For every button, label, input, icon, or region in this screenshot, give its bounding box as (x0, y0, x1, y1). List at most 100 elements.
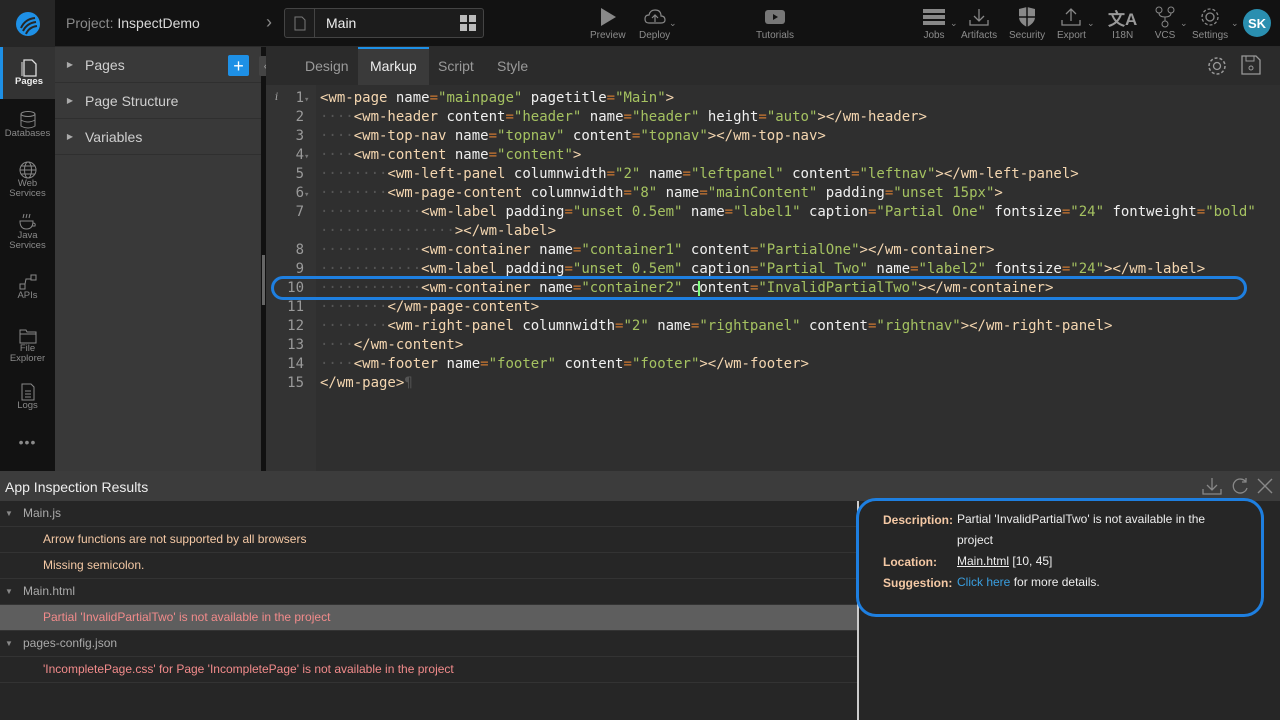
user-avatar[interactable]: SK (1243, 9, 1271, 37)
inspection-list: ▼ Main.js Arrow functions are not support… (0, 501, 857, 720)
file-name: Main.js (23, 506, 62, 520)
project-value: InspectDemo (117, 15, 200, 31)
add-page-button[interactable]: + (228, 55, 249, 76)
click-here-link[interactable]: Click here (957, 575, 1010, 589)
nav-item-logs[interactable]: Logs (0, 383, 55, 411)
chevron-right-icon: › (266, 12, 272, 32)
nav-label: Web Services (9, 178, 46, 199)
section-page-structure[interactable]: ▶ Page Structure (55, 83, 261, 119)
description-label: Description: (883, 513, 954, 527)
line-number: 8 (295, 242, 304, 258)
artifacts-button[interactable]: Artifacts (961, 4, 997, 41)
file-group-pages-config[interactable]: ▼ pages-config.json (0, 631, 857, 657)
suggestion-value: Click here for more details. (957, 572, 1217, 593)
issue-item[interactable]: Missing semicolon. (0, 553, 857, 579)
settings-label: Settings (1192, 30, 1229, 41)
explorer-panel: ▶ Pages + ▶ Page Structure ▶ Variables (55, 47, 261, 471)
grid-icon[interactable] (453, 9, 483, 37)
vcs-label: VCS (1154, 30, 1176, 41)
left-nav: Pages Databases Web Services Java Servic… (0, 47, 55, 471)
preview-label: Preview (590, 30, 626, 41)
caret-down-icon: ▼ (5, 587, 13, 596)
download-icon (969, 4, 989, 30)
nav-label: Java Services (9, 230, 46, 251)
code-line-active: 10 ············<wm-container name="contai… (266, 279, 1256, 298)
play-icon (599, 4, 617, 30)
nav-item-pages[interactable]: Pages (0, 47, 55, 99)
preview-button[interactable]: Preview (590, 4, 626, 41)
nav-label: APIs (17, 290, 38, 301)
issue-item[interactable]: Arrow functions are not supported by all… (0, 527, 857, 553)
upload-icon (1061, 4, 1082, 30)
suggestion-text: for more details. (1013, 575, 1100, 589)
code-editor[interactable]: i 1▾ <wm-page name="mainpage" pagetitle="… (266, 85, 1280, 471)
export-button[interactable]: Export (1057, 4, 1086, 41)
nav-item-web-services[interactable]: Web Services (0, 161, 55, 199)
tutorials-button[interactable]: Tutorials (756, 4, 794, 41)
line-number: 5 (295, 166, 304, 182)
artifacts-label: Artifacts (961, 30, 998, 41)
file-group-main-html[interactable]: ▼ Main.html (0, 579, 857, 605)
chevron-down-icon[interactable]: ⌄ (669, 18, 677, 29)
nav-item-file-explorer[interactable]: File Explorer (0, 328, 55, 364)
tab-markup[interactable]: Markup (358, 47, 429, 85)
section-pages[interactable]: ▶ Pages + (55, 47, 261, 83)
api-icon (19, 274, 36, 290)
nav-item-java-services[interactable]: Java Services (0, 213, 55, 251)
deploy-button[interactable]: Deploy (639, 4, 670, 41)
section-label: Page Structure (85, 92, 179, 109)
file-name: pages-config.json (23, 636, 118, 650)
location-label: Location: (883, 555, 937, 569)
chevron-down-icon[interactable]: ⌄ (1180, 18, 1188, 29)
line-number: 1 (295, 90, 304, 106)
issue-item[interactable]: 'IncompletePage.css' for Page 'Incomplet… (0, 657, 857, 683)
tab-design[interactable]: Design (293, 47, 361, 85)
code-line-wrap: ················></wm-label> (320, 223, 557, 239)
location-file-link[interactable]: Main.html (957, 554, 1009, 568)
section-variables[interactable]: ▶ Variables (55, 119, 261, 155)
globe-icon (19, 161, 36, 179)
tab-style[interactable]: Style (485, 47, 540, 85)
chevron-down-icon[interactable]: ⌄ (950, 18, 958, 29)
caret-right-icon: ▶ (66, 60, 74, 69)
nav-item-apis[interactable]: APIs (0, 273, 55, 301)
vcs-button[interactable]: VCS (1154, 4, 1176, 41)
chevron-down-icon[interactable]: ⌄ (1231, 18, 1239, 29)
code-line: 6▾ ········<wm-page-content columnwidth="… (266, 184, 1256, 203)
page-selector[interactable]: Main (284, 8, 484, 38)
more-icon[interactable]: ••• (0, 435, 55, 449)
nav-label: File Explorer (9, 343, 46, 364)
security-button[interactable]: Security (1009, 4, 1045, 41)
code-line: 2 ····<wm-header content="header" name="h… (266, 108, 1256, 127)
nav-item-databases[interactable]: Databases (0, 111, 55, 139)
line-number: 14 (287, 356, 304, 372)
line-number: 2 (295, 109, 304, 125)
settings-button[interactable]: Settings (1192, 4, 1228, 41)
save-icon[interactable] (1241, 55, 1261, 80)
code-line: 14 ····<wm-footer name="footer" content="… (266, 355, 1256, 374)
branch-icon (1154, 4, 1176, 30)
i18n-label: I18N (1112, 30, 1134, 41)
code-line: 12 ········<wm-right-panel columnwidth="2… (266, 317, 1256, 336)
jobs-button[interactable]: Jobs (923, 4, 945, 41)
close-icon[interactable] (1256, 477, 1274, 500)
document-icon (285, 9, 315, 37)
download-icon[interactable] (1202, 477, 1222, 500)
code-line: 5 ········<wm-left-panel columnwidth="2" … (266, 165, 1256, 184)
chevron-down-icon[interactable]: ⌄ (1087, 18, 1095, 29)
location-value: Main.html [10, 45] (957, 551, 1217, 572)
line-number: 4 (295, 147, 304, 163)
gear-icon (1199, 4, 1221, 30)
app-logo[interactable] (0, 0, 55, 47)
i18n-button[interactable]: 文A I18N (1108, 4, 1137, 42)
project-label: Project: (66, 15, 114, 31)
settings-icon[interactable] (1206, 55, 1228, 82)
file-group-main-js[interactable]: ▼ Main.js (0, 501, 857, 527)
refresh-icon[interactable] (1231, 477, 1249, 500)
issue-item-selected[interactable]: Partial 'InvalidPartialTwo' is not avail… (0, 605, 857, 631)
splitter-handle[interactable] (262, 255, 265, 305)
tab-script[interactable]: Script (426, 47, 486, 85)
log-icon (21, 383, 34, 401)
file-name: Main.html (23, 584, 76, 598)
text-cursor (698, 280, 701, 296)
